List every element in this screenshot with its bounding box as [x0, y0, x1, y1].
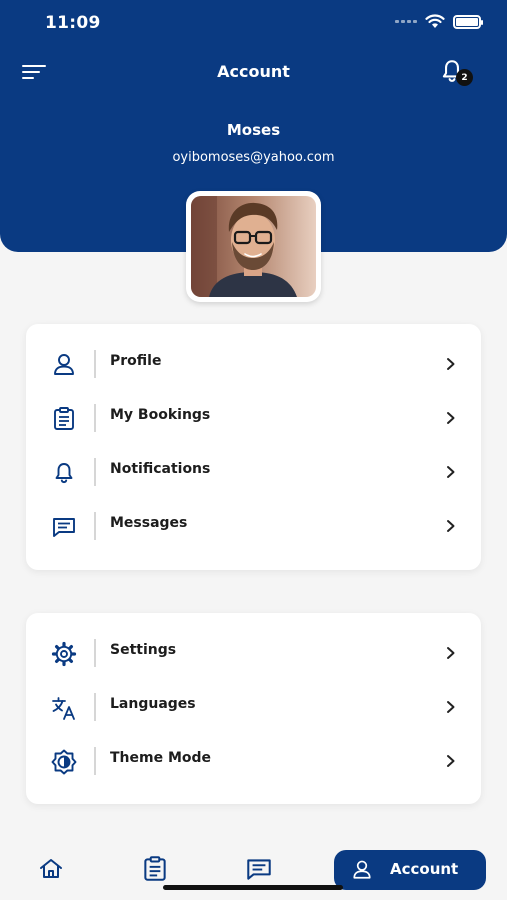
menu-item-label: Notifications	[110, 461, 211, 477]
menu-item-languages[interactable]: Languages	[26, 680, 481, 734]
home-icon	[40, 859, 62, 878]
theme-icon	[51, 749, 77, 775]
notifications-button[interactable]: 2	[439, 58, 473, 86]
nav-bookings[interactable]	[140, 854, 170, 884]
nav-account-label: Account	[390, 860, 459, 878]
menu-item-label: Languages	[110, 696, 196, 712]
wifi-icon	[425, 14, 445, 28]
message-icon	[53, 518, 75, 537]
menu-item-my-bookings[interactable]: My Bookings	[26, 391, 481, 445]
battery-icon	[453, 14, 483, 29]
divider	[94, 693, 96, 721]
user-name: Moses	[226, 121, 281, 139]
menu-item-notifications[interactable]: Notifications	[26, 445, 481, 499]
notification-badge: 2	[456, 69, 473, 86]
menu-item-label: My Bookings	[110, 407, 211, 423]
clipboard-icon	[144, 856, 166, 881]
user-icon	[54, 354, 74, 375]
signal-icon	[395, 20, 417, 23]
avatar[interactable]	[186, 191, 321, 302]
menu-item-profile[interactable]: Profile	[26, 337, 481, 391]
status-bar: 11:09	[0, 0, 507, 44]
menu-item-label: Theme Mode	[110, 750, 212, 766]
chevron-right-icon	[447, 701, 455, 713]
message-icon	[247, 859, 271, 880]
nav-messages[interactable]	[244, 854, 274, 884]
divider	[94, 350, 96, 378]
divider	[94, 747, 96, 775]
status-time: 11:09	[45, 13, 101, 33]
clipboard-icon	[54, 407, 74, 430]
menu-item-settings[interactable]: Settings	[26, 626, 481, 680]
nav-home[interactable]	[36, 854, 66, 884]
menu-item-label: Settings	[110, 642, 177, 658]
menu-item-label: Profile	[110, 353, 162, 369]
divider	[94, 512, 96, 540]
avatar-photo	[191, 196, 316, 297]
chevron-right-icon	[447, 466, 455, 478]
divider	[94, 458, 96, 486]
chevron-right-icon	[447, 647, 455, 659]
user-email: oyibomoses@yahoo.com	[172, 150, 335, 165]
menu-item-theme-mode[interactable]: Theme Mode	[26, 734, 481, 788]
chevron-right-icon	[447, 755, 455, 767]
status-icons	[395, 14, 483, 29]
menu-item-label: Messages	[110, 515, 188, 531]
divider	[94, 639, 96, 667]
home-indicator	[163, 885, 343, 890]
bottom-nav: Account	[0, 840, 507, 900]
gear-icon	[51, 641, 77, 667]
chevron-right-icon	[447, 520, 455, 532]
page-title: Account	[217, 62, 290, 81]
top-bar: Account 2	[0, 50, 507, 94]
nav-account[interactable]: Account	[334, 850, 486, 890]
preferences-menu-card: Settings Languages Theme Mode	[26, 613, 481, 804]
translate-icon	[52, 697, 75, 720]
user-icon	[353, 860, 371, 879]
chevron-right-icon	[447, 358, 455, 370]
bell-icon	[55, 463, 73, 484]
divider	[94, 404, 96, 432]
menu-item-messages[interactable]: Messages	[26, 499, 481, 553]
chevron-right-icon	[447, 412, 455, 424]
account-menu-card: Profile My Bookings Notifications Messag…	[26, 324, 481, 570]
